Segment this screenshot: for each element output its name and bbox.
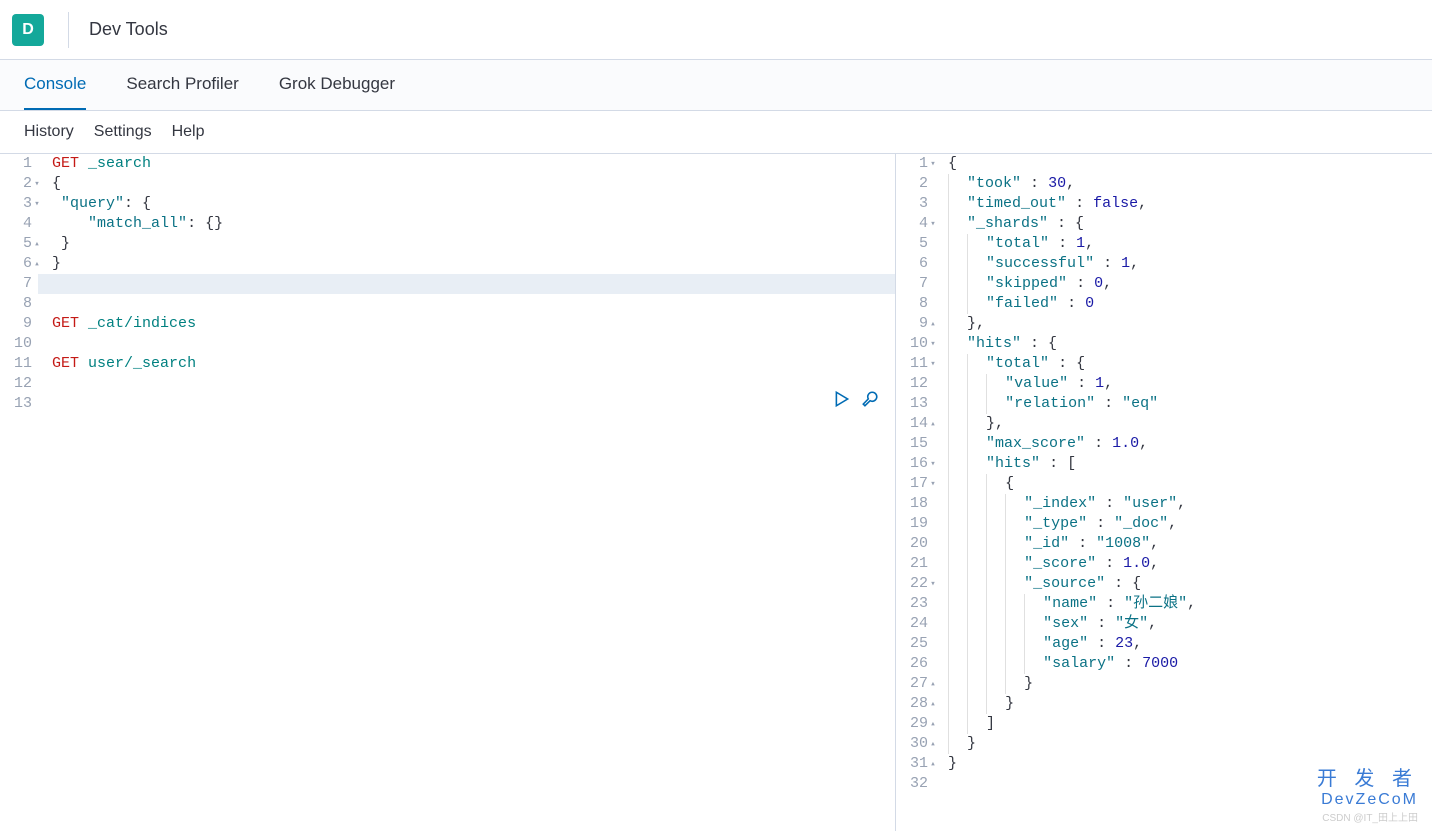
tab-search-profiler[interactable]: Search Profiler (126, 60, 238, 110)
toolbar-settings[interactable]: Settings (94, 123, 152, 141)
editors: 12▾3▾45▴6▴78910111213 GET _search{ "quer… (0, 153, 1432, 831)
tabs: Console Search Profiler Grok Debugger (0, 60, 1432, 111)
toolbar-history[interactable]: History (24, 123, 74, 141)
run-icon[interactable] (833, 390, 851, 411)
header: D Dev Tools (0, 0, 1432, 60)
header-divider (68, 12, 69, 48)
watermark: 开 发 者 DevZeCoM CSDN @IT_田上上田 (1317, 762, 1418, 824)
request-code[interactable]: GET _search{ "query": { "match_all": {} … (38, 154, 895, 414)
toolbar: History Settings Help (0, 111, 1432, 153)
request-gutter: 12▾3▾45▴6▴78910111213 (0, 154, 38, 414)
request-editor[interactable]: 12▾3▾45▴6▴78910111213 GET _search{ "quer… (0, 154, 895, 414)
tab-grok-debugger[interactable]: Grok Debugger (279, 60, 395, 110)
response-code: { "took" : 30, "timed_out" : false, "_sh… (934, 154, 1432, 794)
app-icon: D (12, 14, 44, 46)
wrench-icon[interactable] (861, 390, 879, 411)
request-pane: 12▾3▾45▴6▴78910111213 GET _search{ "quer… (0, 154, 895, 831)
response-editor[interactable]: 1▾234▾56789▴10▾11▾121314▴1516▾17▾1819202… (896, 154, 1432, 794)
response-gutter: 1▾234▾56789▴10▾11▾121314▴1516▾17▾1819202… (896, 154, 934, 794)
request-actions (833, 390, 879, 411)
response-pane: 1▾234▾56789▴10▾11▾121314▴1516▾17▾1819202… (895, 154, 1432, 831)
toolbar-help[interactable]: Help (172, 123, 205, 141)
app-title: Dev Tools (89, 19, 168, 40)
tab-console[interactable]: Console (24, 60, 86, 110)
